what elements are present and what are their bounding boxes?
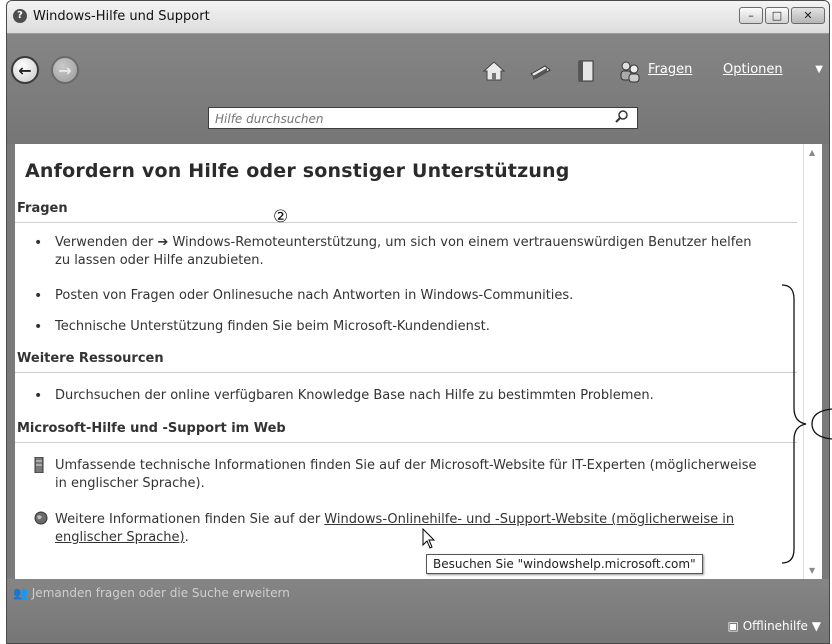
- computer-icon: ▣: [727, 619, 743, 633]
- section-title-web: Microsoft-Hilfe und -Support im Web: [17, 421, 286, 436]
- help-window: ? Windows-Hilfe und Support – □ ✕ ← → Fr…: [6, 0, 830, 644]
- toolbar: ← → Fragen Optionen ▼: [7, 34, 829, 144]
- search-box: [208, 107, 638, 129]
- chevron-down-icon: ▼: [811, 619, 821, 633]
- back-arrow-icon[interactable]: ←: [11, 56, 39, 84]
- annotation-marker: ②: [273, 207, 289, 227]
- window-title: Windows-Hilfe und Support: [33, 9, 210, 24]
- fragen-link[interactable]: Fragen: [648, 62, 692, 77]
- search-input[interactable]: [209, 109, 605, 129]
- title-bar: ? Windows-Hilfe und Support – □ ✕: [7, 1, 829, 34]
- offline-help-label: Offlinehilfe: [742, 619, 808, 633]
- list-item: Weitere Informationen finden Sie auf der…: [34, 511, 765, 547]
- list-item-text: Verwenden der ➔ Windows-Remoteunterstütz…: [55, 234, 765, 270]
- knowledge-base-link[interactable]: Durchsuchen der online verfügbaren Knowl…: [55, 387, 765, 405]
- people-icon: 👥: [13, 586, 32, 600]
- list-item: • Verwenden der ➔ Windows-Remoteunterstü…: [34, 234, 765, 270]
- window-controls: – □ ✕: [739, 7, 825, 25]
- list-item: • Technische Unterstützung finden Sie be…: [34, 318, 765, 336]
- ask-someone-label: Jemanden fragen oder die Suche erweitern: [31, 586, 290, 600]
- home-icon[interactable]: [481, 58, 507, 84]
- item-prefix: Weitere Informationen finden Sie auf der: [55, 512, 325, 527]
- list-item: • Durchsuchen der online verfügbaren Kno…: [34, 387, 765, 405]
- section-title-fragen: Fragen: [17, 201, 68, 216]
- list-item: • Posten von Fragen oder Onlinesuche nac…: [34, 287, 765, 305]
- remote-assistance-link[interactable]: Windows-Remoteunterstützung: [172, 235, 377, 250]
- item-prefix: Verwenden der: [55, 235, 158, 250]
- offline-help-button[interactable]: ▣ Offlinehilfe ▼: [728, 619, 821, 633]
- list-item: Umfassende technische Informationen find…: [34, 456, 765, 493]
- minimize-button[interactable]: –: [739, 7, 763, 24]
- people-icon[interactable]: [617, 58, 643, 84]
- help-icon: ?: [13, 9, 27, 23]
- bullet: •: [34, 288, 43, 304]
- ask-someone-link[interactable]: 👥 Jemanden fragen oder die Suche erweite…: [13, 586, 290, 600]
- annotation-brace: [781, 284, 832, 564]
- chevron-down-icon[interactable]: ▼: [815, 64, 823, 75]
- content-pane: Anfordern von Hilfe oder sonstiger Unter…: [15, 144, 803, 579]
- arrow-icon: ➔: [157, 235, 173, 250]
- page-title: Anfordern von Hilfe oder sonstiger Unter…: [25, 160, 570, 182]
- section-divider: [15, 442, 797, 443]
- communities-link[interactable]: Posten von Fragen oder Onlinesuche nach …: [55, 287, 765, 305]
- magnifier-icon[interactable]: [615, 109, 629, 127]
- book-icon[interactable]: [573, 58, 599, 84]
- status-bar: 👥 Jemanden fragen oder die Suche erweite…: [7, 579, 829, 643]
- optionen-link[interactable]: Optionen: [723, 62, 783, 77]
- list-item-text: Weitere Informationen finden Sie auf der…: [55, 511, 765, 547]
- server-icon: [34, 456, 44, 478]
- section-divider: [15, 222, 797, 223]
- close-button[interactable]: ✕: [791, 7, 825, 24]
- globe-icon: [34, 511, 48, 530]
- item-suffix: .: [184, 530, 189, 545]
- scroll-up-icon[interactable]: ▲: [809, 148, 815, 157]
- customer-service-link[interactable]: Technische Unterstützung finden Sie beim…: [55, 318, 765, 336]
- section-divider: [15, 372, 797, 373]
- bullet: •: [34, 235, 43, 251]
- technet-link[interactable]: Umfassende technische Informationen find…: [55, 457, 765, 493]
- link-tooltip: Besuchen Sie "windowshelp.microsoft.com": [426, 554, 703, 574]
- bullet: •: [34, 319, 43, 335]
- mouse-cursor-icon: [422, 527, 438, 550]
- bullet: •: [34, 388, 43, 404]
- maximize-button[interactable]: □: [765, 7, 789, 24]
- section-title-resources: Weitere Ressourcen: [17, 351, 164, 366]
- forward-arrow-icon[interactable]: →: [51, 56, 79, 84]
- print-icon[interactable]: [527, 58, 553, 84]
- scroll-down-icon[interactable]: ▼: [809, 566, 815, 575]
